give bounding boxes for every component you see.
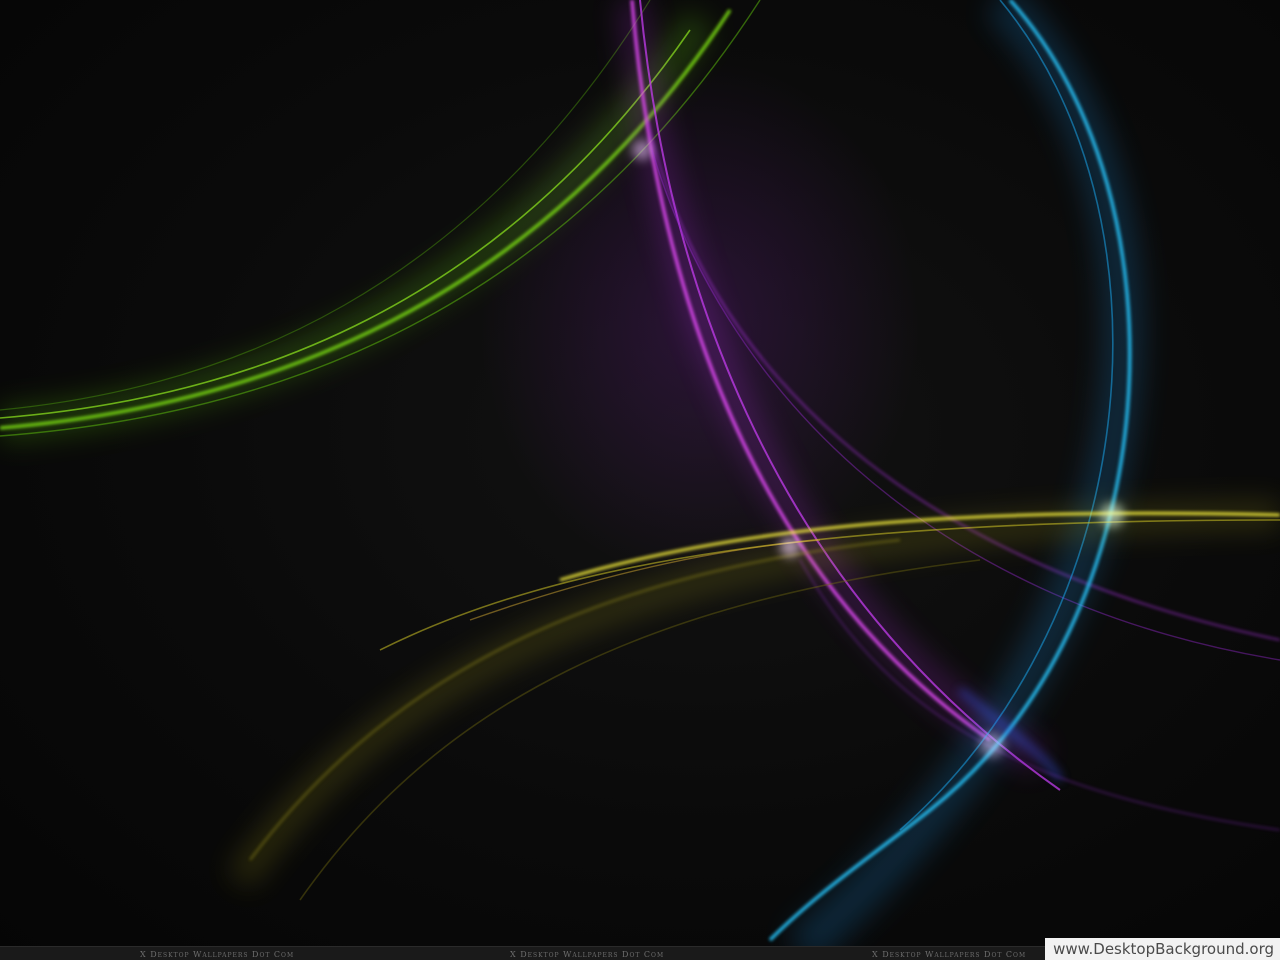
- watermark-text: X Desktop Wallpapers Dot Com: [872, 950, 1027, 959]
- glint-green-magenta: [632, 140, 652, 160]
- site-url-badge: www.DesktopBackground.org: [1045, 938, 1280, 960]
- yellow-trail: [228, 501, 1280, 901]
- watermark-text: X Desktop Wallpapers Dot Com: [510, 950, 665, 959]
- glint-yellow-magenta: [780, 537, 800, 557]
- wallpaper-canvas: X Desktop Wallpapers Dot Com X Desktop W…: [0, 0, 1280, 960]
- light-trails-art: [0, 0, 1280, 960]
- watermark-text: X Desktop Wallpapers Dot Com: [140, 950, 295, 959]
- glint-yellow-cyan: [1100, 503, 1124, 527]
- glint-magenta-cyan: [980, 733, 1004, 757]
